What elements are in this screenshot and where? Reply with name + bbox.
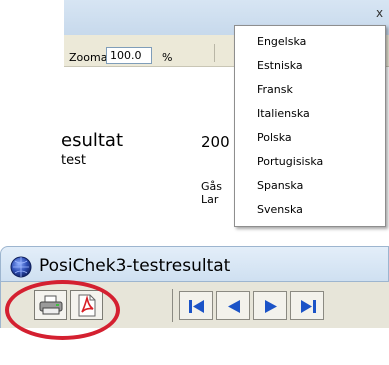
report-line-2: Lar (201, 193, 219, 206)
previous-page-button[interactable] (216, 291, 250, 320)
first-page-icon (189, 300, 204, 313)
report-title: esultat (61, 130, 124, 151)
first-page-button[interactable] (179, 291, 213, 320)
last-page-button[interactable] (290, 291, 324, 320)
menu-item-portugisiska[interactable]: Portugisiska (257, 155, 323, 168)
zoom-label: Zooma (69, 51, 108, 64)
highlight-circle (5, 280, 120, 340)
zoom-input[interactable]: 100.0 (106, 47, 152, 64)
language-menu: Engelska Estniska Fransk Italienska Pols… (234, 25, 386, 227)
menu-item-polska[interactable]: Polska (257, 131, 292, 144)
app-globe-icon (10, 256, 32, 278)
next-page-button[interactable] (253, 291, 287, 320)
report-subtitle: test (61, 153, 86, 168)
next-page-icon (265, 300, 277, 313)
report-line-1: Gås (201, 180, 222, 193)
window-title: PosiChek3-testresultat (39, 256, 231, 276)
zoom-unit-label: % (162, 51, 173, 64)
menu-item-spanska[interactable]: Spanska (257, 179, 303, 192)
report-year: 200 (201, 133, 230, 151)
toolbar-divider (214, 44, 215, 62)
menu-item-fransk[interactable]: Fransk (257, 83, 293, 96)
menu-item-engelska[interactable]: Engelska (257, 35, 306, 48)
menu-item-estniska[interactable]: Estniska (257, 59, 303, 72)
toolbar-divider (172, 289, 173, 322)
previous-page-icon (228, 300, 240, 313)
menu-item-italienska[interactable]: Italienska (257, 107, 310, 120)
close-icon[interactable]: x (376, 6, 383, 20)
last-page-icon (301, 300, 316, 313)
menu-item-svenska[interactable]: Svenska (257, 203, 303, 216)
